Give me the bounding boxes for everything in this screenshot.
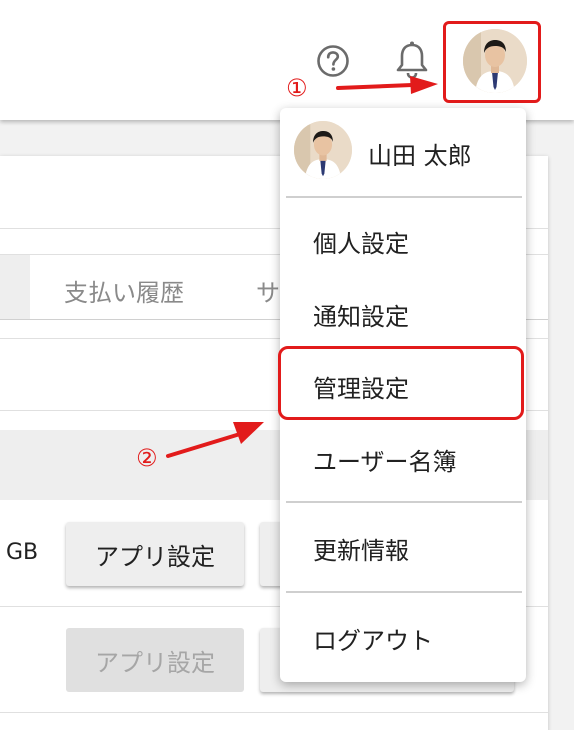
menu-divider bbox=[286, 196, 522, 198]
top-bar bbox=[0, 0, 574, 120]
app-settings-button[interactable]: アプリ設定 bbox=[66, 522, 244, 586]
menu-divider bbox=[286, 591, 522, 593]
tab-payment-history[interactable]: 支払い履歴 bbox=[64, 273, 184, 308]
user-avatar bbox=[463, 29, 527, 93]
divider bbox=[0, 712, 548, 713]
menu-item-personal-settings[interactable]: 個人設定 bbox=[280, 206, 526, 276]
tab-partial[interactable]: サ bbox=[256, 273, 280, 308]
account-avatar-button[interactable] bbox=[443, 21, 541, 103]
annotation-arrow-1 bbox=[336, 76, 438, 94]
tab-active[interactable] bbox=[0, 255, 30, 319]
user-name: 山田 太郎 bbox=[368, 142, 472, 170]
menu-item-updates[interactable]: 更新情報 bbox=[280, 513, 526, 583]
menu-item-logout[interactable]: ログアウト bbox=[280, 603, 526, 673]
menu-item-admin-settings[interactable]: 管理設定 bbox=[280, 351, 526, 421]
menu-user-header[interactable]: 山田 太郎 bbox=[280, 108, 526, 196]
app-settings-button-disabled: アプリ設定 bbox=[66, 628, 244, 692]
annotation-arrow-2 bbox=[166, 422, 264, 458]
user-avatar bbox=[294, 121, 352, 179]
menu-item-user-directory[interactable]: ユーザー名簿 bbox=[280, 424, 526, 494]
storage-unit-label: GB bbox=[6, 540, 39, 565]
menu-item-notification-settings[interactable]: 通知設定 bbox=[280, 279, 526, 349]
menu-divider bbox=[286, 501, 522, 503]
annotation-step-1: ① bbox=[286, 74, 308, 102]
account-menu: 山田 太郎 個人設定 通知設定 管理設定 ユーザー名簿 更新情報 ログアウト bbox=[280, 108, 526, 682]
annotation-step-2: ② bbox=[136, 444, 158, 472]
